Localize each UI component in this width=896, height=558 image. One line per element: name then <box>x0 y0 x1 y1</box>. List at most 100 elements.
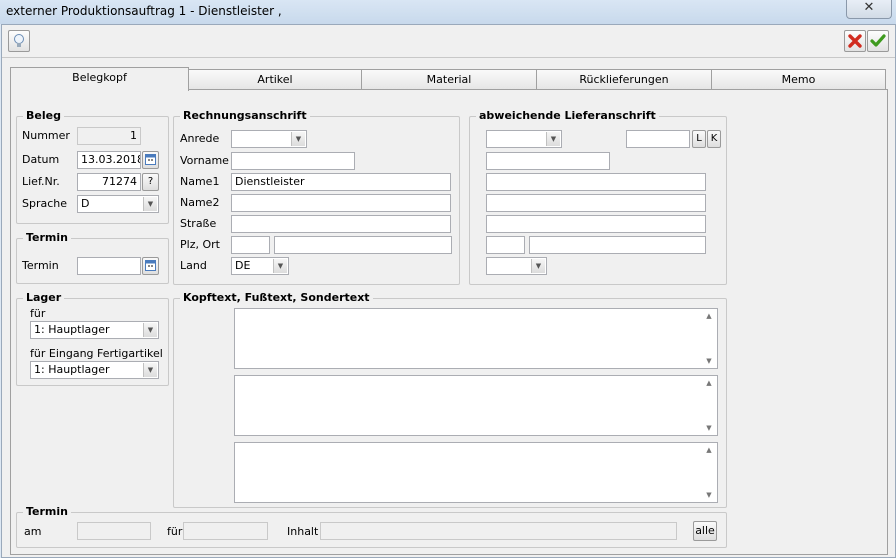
toolbar <box>2 25 895 58</box>
alle-button[interactable]: alle <box>693 521 717 541</box>
inhalt-label: Inhalt <box>287 525 319 538</box>
datum-label: Datum <box>22 153 60 166</box>
datum-value: 13.03.2018 <box>81 153 141 166</box>
termin-field[interactable] <box>77 257 141 275</box>
tab-material[interactable]: Material <box>361 69 537 89</box>
tab-ruecklieferungen[interactable]: Rücklieferungen <box>536 69 712 89</box>
fusstext-memo[interactable]: ▲ ▼ <box>234 375 718 436</box>
chevron-down-icon: ▼ <box>143 323 157 337</box>
vorname-field[interactable] <box>231 152 355 170</box>
liefnr-field[interactable]: 71274 <box>77 173 141 191</box>
termin-group: Termin Termin <box>16 231 169 284</box>
lager-group: Lager für Materialabbuchungen 1: Hauptla… <box>16 291 169 386</box>
plzort-label: Plz, Ort <box>180 238 220 251</box>
plz-field[interactable] <box>231 236 270 254</box>
liefer-strasse-field[interactable] <box>486 215 706 233</box>
liefer-anrede-select[interactable]: ▼ <box>486 130 562 148</box>
datum-field[interactable]: 13.03.2018 <box>77 151 141 169</box>
tab-artikel[interactable]: Artikel <box>188 69 362 89</box>
liefnr-help-button[interactable]: ? <box>142 173 159 191</box>
liefer-name2-field[interactable] <box>486 194 706 212</box>
belegkopf-panel: Beleg Nummer 1 Datum 13.03.2018 Lief.Nr.… <box>10 89 888 555</box>
name2-label: Name2 <box>180 196 220 209</box>
liefnr-label: Lief.Nr. <box>22 175 60 188</box>
material-lager-value: 1: Hauptlager <box>34 323 110 336</box>
inhalt-field <box>320 522 677 540</box>
liefer-kundennr-field[interactable] <box>626 130 690 148</box>
scroll-down-icon[interactable]: ▼ <box>702 357 716 365</box>
liefer-k-button[interactable]: K <box>707 130 721 148</box>
calendar-icon <box>145 154 156 165</box>
green-check-icon <box>870 34 886 47</box>
tab-memo[interactable]: Memo <box>711 69 886 89</box>
chevron-down-icon: ▼ <box>291 132 305 146</box>
scroll-down-icon[interactable]: ▼ <box>702 424 716 432</box>
liefnr-value: 71274 <box>102 175 137 188</box>
strasse-field[interactable] <box>231 215 451 233</box>
name1-field[interactable]: Dienstleister <box>231 173 451 191</box>
eingang-lager-select[interactable]: 1: Hauptlager ▼ <box>30 361 159 379</box>
land-value: DE <box>235 259 251 272</box>
liefer-ort-field[interactable] <box>529 236 706 254</box>
chevron-down-icon: ▼ <box>143 363 157 377</box>
anrede-select[interactable]: ▼ <box>231 130 307 148</box>
red-x-icon <box>848 34 862 48</box>
fuer-field <box>183 522 268 540</box>
eingang-lager-value: 1: Hauptlager <box>34 363 110 376</box>
anrede-label: Anrede <box>180 132 220 145</box>
beleg-title: Beleg <box>23 109 64 122</box>
title-bar: externer Produktionsauftrag 1 - Dienstle… <box>0 0 896 24</box>
sondertext-memo[interactable]: ▲ ▼ <box>234 442 718 503</box>
lager-title: Lager <box>23 291 65 304</box>
ok-button[interactable] <box>867 30 889 52</box>
lightbulb-icon[interactable] <box>8 30 30 52</box>
tab-belegkopf[interactable]: Belegkopf <box>10 67 189 91</box>
fuer-label: für <box>167 525 183 538</box>
dialog-content: Belegkopf Artikel Material Rücklieferung… <box>1 24 896 558</box>
termin-title: Termin <box>23 231 71 244</box>
name2-field[interactable] <box>231 194 451 212</box>
lieferanschrift-title: abweichende Lieferanschrift <box>476 109 659 122</box>
liefer-l-button[interactable]: L <box>692 130 706 148</box>
tab-bar: Belegkopf Artikel Material Rücklieferung… <box>10 67 888 91</box>
ort-field[interactable] <box>274 236 452 254</box>
cancel-button[interactable] <box>844 30 866 52</box>
liefer-vorname-field[interactable] <box>486 152 610 170</box>
vorname-label: Vorname <box>180 154 229 167</box>
sprache-label: Sprache <box>22 197 68 210</box>
material-lager-select[interactable]: 1: Hauptlager ▼ <box>30 321 159 339</box>
land-label: Land <box>180 259 207 272</box>
scroll-up-icon[interactable]: ▲ <box>702 446 716 454</box>
window-title: externer Produktionsauftrag 1 - Dienstle… <box>6 4 282 18</box>
eingang-lager-label: für Eingang Fertigartikel <box>30 347 163 360</box>
beleg-group: Beleg Nummer 1 Datum 13.03.2018 Lief.Nr.… <box>16 109 169 224</box>
sprache-select[interactable]: D ▼ <box>77 195 159 213</box>
land-select[interactable]: DE ▼ <box>231 257 289 275</box>
scroll-up-icon[interactable]: ▲ <box>702 312 716 320</box>
scrollbar[interactable]: ▲ ▼ <box>702 377 716 434</box>
am-field <box>77 522 151 540</box>
liefer-plz-field[interactable] <box>486 236 525 254</box>
liefer-land-select[interactable]: ▼ <box>486 257 547 275</box>
scroll-down-icon[interactable]: ▼ <box>702 491 716 499</box>
scroll-up-icon[interactable]: ▲ <box>702 379 716 387</box>
chevron-down-icon: ▼ <box>143 197 157 211</box>
scrollbar[interactable]: ▲ ▼ <box>702 310 716 367</box>
sprache-value: D <box>81 197 90 210</box>
window: externer Produktionsauftrag 1 - Dienstle… <box>0 0 896 558</box>
kopftext-group: Kopftext, Fußtext, Sondertext ▲ ▼ ▲ ▼ ▲ ▼ <box>173 291 727 508</box>
scrollbar[interactable]: ▲ ▼ <box>702 444 716 501</box>
rechnungsanschrift-title: Rechnungsanschrift <box>180 109 310 122</box>
kopftext-memo[interactable]: ▲ ▼ <box>234 308 718 369</box>
kopftext-title: Kopftext, Fußtext, Sondertext <box>180 291 373 304</box>
chevron-down-icon: ▼ <box>546 132 560 146</box>
datum-calendar-button[interactable] <box>142 151 159 169</box>
termin-bottom-title: Termin <box>23 505 71 518</box>
liefer-name1-field[interactable] <box>486 173 706 191</box>
calendar-icon <box>145 260 156 271</box>
lieferanschrift-group: abweichende Lieferanschrift ▼ L K ▼ <box>469 109 727 285</box>
nummer-label: Nummer <box>22 129 70 142</box>
close-button[interactable]: ✕ <box>846 0 892 19</box>
termin-calendar-button[interactable] <box>142 257 159 275</box>
chevron-down-icon: ▼ <box>531 259 545 273</box>
